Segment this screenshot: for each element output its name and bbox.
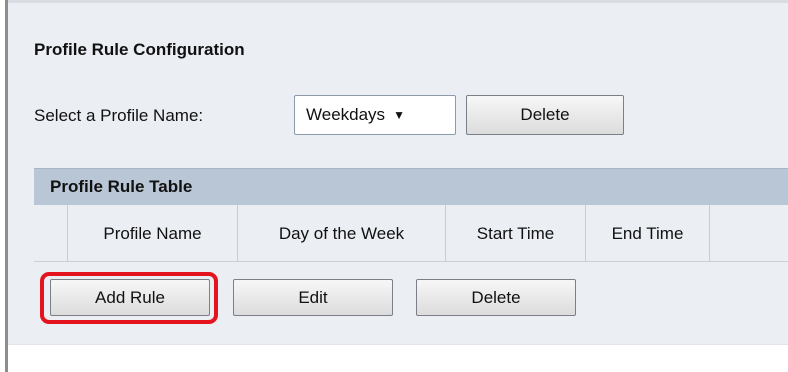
add-rule-highlight	[40, 272, 218, 324]
delete-profile-button[interactable]: Delete	[466, 95, 624, 135]
column-header-day-of-week: Day of the Week	[238, 205, 446, 262]
column-header-end-time: End Time	[586, 205, 710, 262]
select-column-header	[34, 205, 68, 262]
edit-rule-button[interactable]: Edit	[233, 279, 393, 316]
edit-rule-label: Edit	[298, 287, 328, 307]
panel-bottom-divider	[8, 344, 788, 345]
profile-select-label: Select a Profile Name:	[34, 106, 204, 125]
profile-name-select[interactable]: Weekdays ▼	[294, 95, 456, 135]
column-header-start-time: Start Time	[446, 205, 586, 262]
delete-rule-button[interactable]: Delete	[416, 279, 576, 316]
profile-select-value: Weekdays	[306, 105, 386, 124]
section-title: Profile Rule Configuration	[34, 40, 245, 59]
caret-down-icon: ▼	[393, 108, 405, 122]
table-column-header-row: Profile Name Day of the Week Start Time …	[34, 205, 788, 262]
table-title: Profile Rule Table	[50, 177, 193, 196]
delete-rule-label: Delete	[471, 287, 521, 307]
delete-profile-label: Delete	[520, 105, 570, 124]
table-header: Profile Rule Table	[34, 168, 788, 205]
column-header-profile-name: Profile Name	[68, 205, 238, 262]
